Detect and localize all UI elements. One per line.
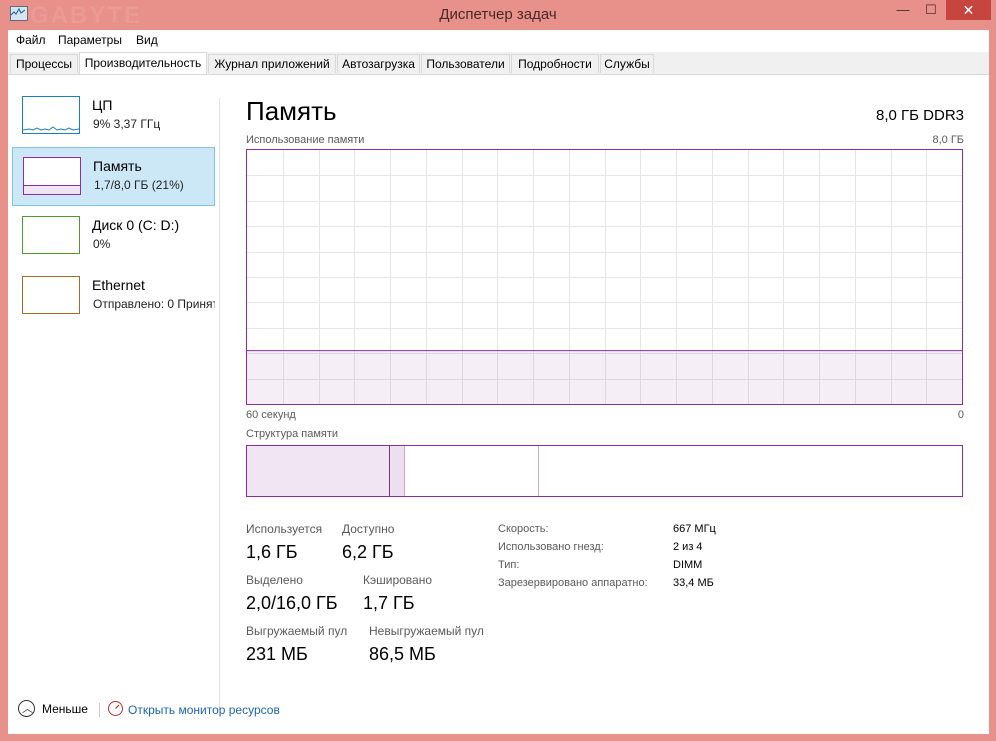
tab-services[interactable]: Службы xyxy=(600,54,654,73)
page-title: Память xyxy=(246,96,337,126)
in-use-value: 1,6 ГБ xyxy=(246,542,298,562)
available-label: Доступно xyxy=(342,522,395,536)
open-resource-monitor-link[interactable]: Открыть монитор ресурсов xyxy=(128,703,280,717)
footer-separator xyxy=(99,703,100,717)
speed-label: Скорость: xyxy=(498,523,549,535)
sidebar-item-cpu-sub: 9% 3,37 ГГц xyxy=(93,117,161,131)
sidebar-item-ethernet-sub: Отправлено: 0 Принят xyxy=(93,297,215,311)
window-title: Диспетчер задач xyxy=(439,6,557,23)
ethernet-thumbnail-graph xyxy=(22,276,80,314)
graph-max-label: 8,0 ГБ xyxy=(932,134,964,146)
sidebar-item-ethernet-name: Ethernet xyxy=(92,277,145,293)
memory-spec: 8,0 ГБ DDR3 xyxy=(876,107,964,124)
sidebar-item-memory[interactable]: Память 1,7/8,0 ГБ (21%) xyxy=(12,147,215,206)
sidebar-item-disk[interactable]: Диск 0 (C: D:) 0% xyxy=(12,207,215,266)
sidebar-item-disk-name: Диск 0 (C: D:) xyxy=(92,217,180,233)
available-value: 6,2 ГБ xyxy=(342,542,394,562)
structure-in-use-segment xyxy=(247,446,390,496)
graph-time-left: 60 секунд xyxy=(246,409,296,421)
paged-pool-value: 231 МБ xyxy=(246,644,308,664)
close-button[interactable]: ✕ xyxy=(946,0,991,20)
tab-details[interactable]: Подробности xyxy=(511,54,599,73)
graph-time-right: 0 xyxy=(957,409,964,421)
tab-users[interactable]: Пользователи xyxy=(421,54,510,73)
tab-strip: Процессы Производительность Журнал прило… xyxy=(8,52,989,75)
tab-startup[interactable]: Автозагрузка xyxy=(337,54,420,73)
memory-thumbnail-graph xyxy=(23,157,81,195)
sidebar-item-memory-name: Память xyxy=(93,158,142,174)
in-use-label: Используется xyxy=(246,522,323,536)
memory-usage-area xyxy=(247,350,962,404)
tab-app-history[interactable]: Журнал приложений xyxy=(208,54,336,73)
disk-thumbnail-graph xyxy=(22,216,80,254)
structure-label: Структура памяти xyxy=(246,428,339,440)
cpu-thumbnail-graph xyxy=(22,96,80,134)
maximize-button[interactable]: ☐ xyxy=(917,0,945,20)
sidebar-item-memory-sub: 1,7/8,0 ГБ (21%) xyxy=(94,178,184,192)
menu-options[interactable]: Параметры xyxy=(58,33,122,47)
menu-file[interactable]: Файл xyxy=(16,33,46,47)
committed-value: 2,0/16,0 ГБ xyxy=(246,593,338,613)
sidebar-divider xyxy=(219,98,220,710)
resource-monitor-icon xyxy=(108,701,123,716)
nonpaged-pool-value: 86,5 МБ xyxy=(369,644,436,664)
window-client-area: Файл Параметры Вид Процессы Производител… xyxy=(8,30,989,734)
graph-label: Использование памяти xyxy=(246,134,365,146)
reserved-label: Зарезервировано аппаратно: xyxy=(498,577,648,589)
fewer-details-button[interactable]: ︿ Меньше xyxy=(18,700,108,720)
menu-view[interactable]: Вид xyxy=(136,33,158,47)
menu-bar: Файл Параметры Вид xyxy=(8,30,989,50)
structure-standby-segment xyxy=(405,446,539,496)
sidebar-item-disk-sub: 0% xyxy=(93,237,111,251)
sidebar-item-cpu-name: ЦП xyxy=(92,97,113,113)
type-value: DIMM xyxy=(673,559,703,571)
cached-label: Кэшировано xyxy=(363,573,433,587)
title-bar: GABYTE Диспетчер задач — ☐ ✕ xyxy=(0,0,996,30)
sidebar-item-cpu[interactable]: ЦП 9% 3,37 ГГц xyxy=(12,87,215,146)
chevron-up-icon: ︿ xyxy=(18,700,35,717)
memory-usage-graph-svg xyxy=(247,150,962,404)
nonpaged-pool-label: Невыгружаемый пул xyxy=(369,624,484,638)
reserved-value: 33,4 МБ xyxy=(673,577,714,589)
type-label: Тип: xyxy=(498,559,520,571)
slots-label: Использовано гнезд: xyxy=(498,541,604,553)
slots-value: 2 из 4 xyxy=(673,541,703,553)
committed-label: Выделено xyxy=(246,573,303,587)
tab-processes[interactable]: Процессы xyxy=(10,54,78,73)
speed-value: 667 МГц xyxy=(673,523,716,535)
cached-value: 1,7 ГБ xyxy=(363,593,415,613)
fewer-details-label: Меньше xyxy=(42,702,88,716)
minimize-button[interactable]: — xyxy=(889,0,917,20)
paged-pool-label: Выгружаемый пул xyxy=(246,624,348,638)
memory-usage-graph xyxy=(246,149,963,405)
sidebar-item-ethernet[interactable]: Ethernet Отправлено: 0 Принят xyxy=(12,267,215,326)
tab-performance[interactable]: Производительность xyxy=(79,52,207,74)
memory-structure-bar xyxy=(246,445,963,497)
structure-modified-segment xyxy=(390,446,405,496)
